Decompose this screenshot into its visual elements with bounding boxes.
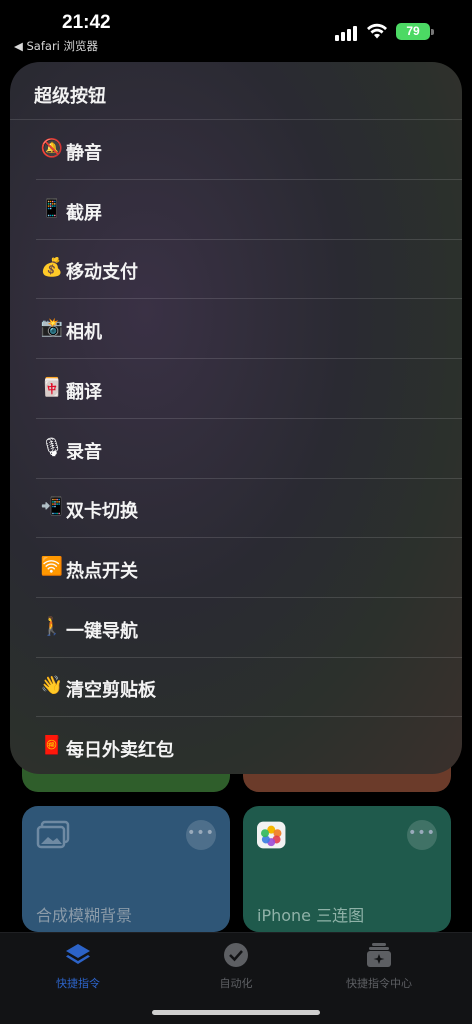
menu-item-label: 录音 <box>66 441 102 463</box>
menu-item[interactable]: 📱 截屏 <box>10 180 462 240</box>
tab-label: 快捷指令 <box>56 977 100 990</box>
menu-item[interactable]: 🀄 翻译 <box>10 359 462 419</box>
menu-item-label: 一键导航 <box>66 620 138 642</box>
photos-app-icon <box>257 821 286 849</box>
gallery-sparkle-icon <box>367 943 391 967</box>
wifi-icon: 🛜 <box>40 555 64 577</box>
menu-item-label: 截屏 <box>66 202 102 224</box>
red-envelope-icon: 🧧 <box>40 735 64 756</box>
menu-item[interactable]: 👋 清空剪贴板 <box>10 657 462 718</box>
shortcut-title: 合成模糊背景 <box>36 906 133 925</box>
bell-muted-icon: 🔕 <box>40 138 64 159</box>
layers-icon <box>66 944 90 964</box>
mahjong-tile-icon: 🀄 <box>40 376 64 398</box>
money-bag-icon: 💰 <box>40 257 64 279</box>
tab-shortcuts[interactable]: 快捷指令 <box>18 941 138 991</box>
menu-item-label: 翻译 <box>66 381 102 403</box>
photos-stack-icon <box>36 820 70 849</box>
tab-label: 快捷指令中心 <box>346 977 412 990</box>
menu-item[interactable]: 📸 相机 <box>10 299 462 360</box>
wifi-icon <box>367 23 387 39</box>
clock: 21:42 <box>62 12 111 33</box>
menu-item-label: 每日外卖红包 <box>66 740 174 761</box>
waving-hand-icon: 👋 <box>40 675 64 697</box>
menu-item-label: 相机 <box>66 322 102 344</box>
walking-person-icon: 🚶 <box>40 615 64 637</box>
battery-indicator: 79 <box>396 23 430 40</box>
menu-item[interactable]: 🚶 一键导航 <box>10 598 462 658</box>
shortcut-tile-blur-background[interactable]: ••• 合成模糊背景 <box>22 806 230 932</box>
menu-item[interactable]: 💰 移动支付 <box>10 239 462 300</box>
clock-check-icon <box>224 943 248 967</box>
shortcut-tile-iphone-triple[interactable]: ••• iPhone 三连图 <box>243 806 451 932</box>
menu-item-label: 热点开关 <box>66 560 138 582</box>
cellular-signal-icon <box>335 25 361 41</box>
more-options-button[interactable]: ••• <box>186 820 216 850</box>
shortcut-title: iPhone 三连图 <box>257 906 365 925</box>
menu-item-label: 移动支付 <box>66 262 138 284</box>
menu-header: 超级按钮 <box>10 62 462 120</box>
menu-item[interactable]: 📲 双卡切换 <box>10 478 462 539</box>
home-indicator <box>152 1010 320 1015</box>
menu-title: 超级按钮 <box>34 86 106 107</box>
microphone-icon: 🎙 <box>40 436 64 458</box>
menu-item-label: 清空剪贴板 <box>66 680 156 702</box>
tab-label: 自动化 <box>219 977 253 990</box>
battery-cap <box>431 29 434 35</box>
more-options-button[interactable]: ••• <box>407 820 437 850</box>
menu-item[interactable]: 🧧 每日外卖红包 <box>10 717 462 774</box>
back-to-safari-link[interactable]: ◀ Safari 浏览器 <box>14 38 98 54</box>
menu-item[interactable]: 🛜 热点开关 <box>10 538 462 598</box>
shortcut-menu-popup: 超级按钮 🔕 静音 📱 截屏 💰 移动支付 📸 相机 🀄 翻译 🎙 录音 📲 双卡切换 🛜 热点开关 🚶 一键导航… <box>10 62 462 774</box>
menu-item-label: 双卡切换 <box>66 501 138 523</box>
menu-item[interactable]: 🔕 静音 <box>10 120 462 180</box>
tab-automation[interactable]: 自动化 <box>176 941 296 991</box>
phone-icon: 📱 <box>40 197 64 219</box>
phone-arrow-icon: 📲 <box>40 496 64 518</box>
menu-item-label: 静音 <box>66 143 102 164</box>
menu-item[interactable]: 🎙 录音 <box>10 419 462 479</box>
camera-flash-icon: 📸 <box>40 317 64 339</box>
tab-gallery[interactable]: 快捷指令中心 <box>319 941 439 991</box>
status-bar: 21:42 ◀ Safari 浏览器 79 <box>0 0 472 58</box>
